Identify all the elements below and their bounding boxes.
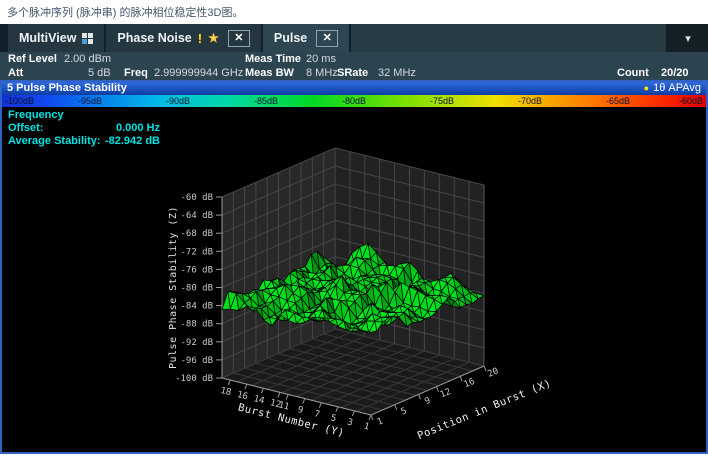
frequency-offset-label: Frequency Offset: xyxy=(8,109,102,135)
multiview-grid-icon xyxy=(82,33,93,44)
ref-level-label: Ref Level xyxy=(8,52,57,66)
colorbar-label: -100dB xyxy=(5,95,34,107)
trace-bullet-icon: ● xyxy=(644,82,649,95)
trace-label: 1θ APAvg xyxy=(653,82,701,95)
tab-phase-noise[interactable]: Phase Noise ! ★ ✕ xyxy=(106,24,260,52)
measurement-header: Ref Level 2.00 dBm Meas Time 20 ms Att 5… xyxy=(0,52,708,80)
meas-bw-label: Meas BW xyxy=(245,66,294,80)
colorbar-label: -70dB xyxy=(518,95,542,107)
freq-value: 2.999999944 GHz xyxy=(154,66,243,80)
colorbar-label: -85dB xyxy=(254,95,278,107)
tab-multiview[interactable]: MultiView xyxy=(8,24,104,52)
colorbar-label: -95dB xyxy=(78,95,102,107)
colorbar-label: -90dB xyxy=(166,95,190,107)
average-stability-value: -82.942 dB xyxy=(102,135,160,148)
frequency-offset-value: 0.000 Hz xyxy=(102,122,160,135)
meas-time-label: Meas Time xyxy=(245,52,301,66)
count-label: Count xyxy=(617,66,649,80)
plot-area: Frequency Offset:0.000 Hz Average Stabil… xyxy=(2,107,706,452)
ref-level-value: 2.00 dBm xyxy=(64,52,111,66)
trace-indicator: ● 1θ APAvg xyxy=(644,82,701,95)
colorbar-label: -65dB xyxy=(606,95,630,107)
window-titlebar[interactable]: 5 Pulse Phase Stability ● 1θ APAvg xyxy=(2,82,706,95)
count-value: 20/20 xyxy=(661,66,689,80)
window-title: 5 Pulse Phase Stability xyxy=(7,82,127,95)
tab-multiview-label: MultiView xyxy=(19,31,76,45)
att-label: Att xyxy=(8,66,23,80)
srate-value: 32 MHz xyxy=(378,66,416,80)
average-stability-row: Average Stability:-82.942 dB xyxy=(8,135,160,148)
colorbar-label: -75dB xyxy=(430,95,454,107)
color-scale: -100dB -95dB -90dB -85dB -80dB -75dB -70dB -65d… xyxy=(2,95,706,107)
tab-phase-noise-label: Phase Noise xyxy=(117,31,191,45)
caption: 多个脉冲序列 (脉冲串) 的脉冲相位稳定性3D图。 xyxy=(7,4,244,20)
meas-time-value: 20 ms xyxy=(306,52,336,66)
srate-label: SRate xyxy=(337,66,368,80)
average-stability-label: Average Stability: xyxy=(8,135,102,148)
colorbar-label: -80dB xyxy=(342,95,366,107)
tab-pulse[interactable]: Pulse ✕ xyxy=(263,24,349,52)
frequency-offset-row: Frequency Offset:0.000 Hz xyxy=(8,109,160,135)
screen: 多个脉冲序列 (脉冲串) 的脉冲相位稳定性3D图。 MultiView Phas… xyxy=(0,0,708,464)
colorbar-label: -60dB xyxy=(679,95,703,107)
tab-bar-empty-strip xyxy=(351,24,666,52)
tab-overflow-button[interactable]: ▾ xyxy=(668,24,708,52)
close-phase-noise-tab-button[interactable]: ✕ xyxy=(228,30,250,47)
pulse-phase-stability-window: 5 Pulse Phase Stability ● 1θ APAvg -100d… xyxy=(0,80,708,454)
chevron-down-icon: ▾ xyxy=(685,32,691,45)
star-icon: ★ xyxy=(208,31,219,45)
tab-pulse-label: Pulse xyxy=(274,31,307,45)
readout-block: Frequency Offset:0.000 Hz Average Stabil… xyxy=(8,109,160,148)
alert-icon: ! xyxy=(198,31,202,46)
freq-label: Freq xyxy=(124,66,148,80)
close-pulse-tab-button[interactable]: ✕ xyxy=(316,30,338,47)
att-value: 5 dB xyxy=(88,66,111,80)
meas-bw-value: 8 MHz xyxy=(306,66,338,80)
tab-bar: MultiView Phase Noise ! ★ ✕ Pulse ✕ ▾ xyxy=(0,24,708,52)
